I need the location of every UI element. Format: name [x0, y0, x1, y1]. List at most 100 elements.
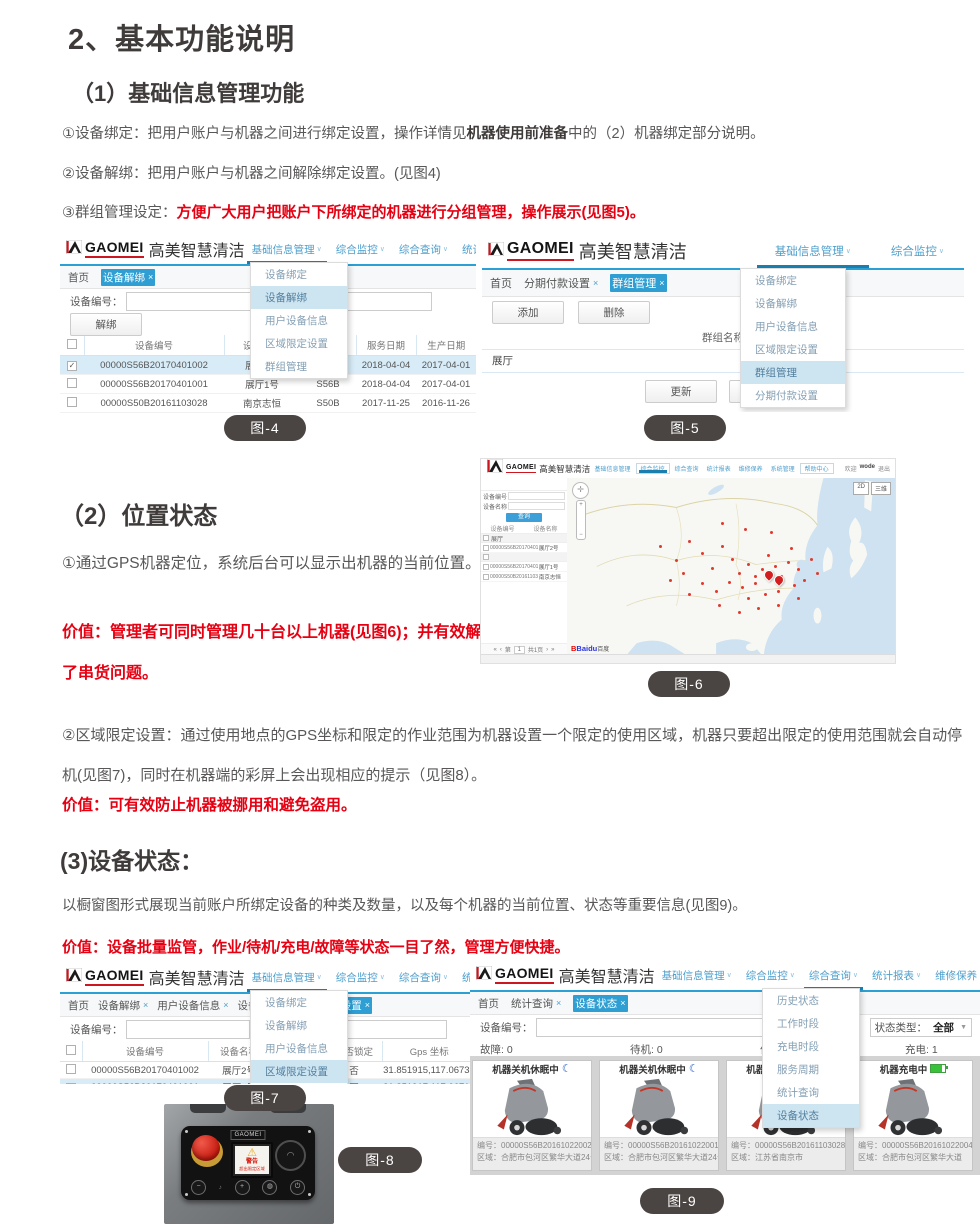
menu-item[interactable]: 统计报表∨ — [865, 960, 928, 990]
row-checkbox[interactable] — [483, 574, 489, 580]
emergency-stop-button[interactable] — [192, 1135, 220, 1161]
device-name-input[interactable] — [333, 1020, 447, 1039]
close-icon[interactable]: × — [659, 278, 664, 288]
minus-button[interactable]: − — [191, 1180, 206, 1195]
row-checkbox[interactable] — [67, 361, 77, 371]
select-all-checkbox[interactable] — [66, 1045, 76, 1055]
device-row[interactable]: 00000S56B20170401001展厅1号 — [481, 562, 567, 572]
menu-item[interactable]: 系统管理∨ — [767, 459, 799, 478]
tab[interactable]: 设备解绑× — [101, 269, 155, 286]
device-row[interactable]: 00000S56B20170401002展厅2号 — [481, 543, 567, 553]
menu-item[interactable]: 维修保养∨ — [735, 459, 767, 478]
table-row[interactable]: 00000S50B20161103028南京志恒S50B2017-11-2520… — [60, 394, 476, 413]
select-all-checkbox[interactable] — [67, 339, 77, 349]
group-row[interactable]: 展厅 — [482, 350, 964, 373]
row-checkbox[interactable] — [67, 378, 77, 388]
device-card[interactable]: 机器关机休眠中☾ 编号：00000S56B20161022002区域：合肥市包河… — [472, 1060, 592, 1171]
map-type-2d-button[interactable]: 2D — [853, 482, 869, 495]
menu-item[interactable]: 综合查询∨ — [802, 960, 865, 990]
row-checkbox[interactable] — [483, 545, 489, 551]
device-group-row[interactable] — [481, 553, 567, 562]
menu-item[interactable]: 综合查询∨ — [392, 962, 455, 992]
close-icon[interactable]: × — [556, 998, 561, 1008]
zoom-in-icon[interactable]: + — [579, 502, 583, 508]
dropdown-item[interactable]: 统计查询 — [763, 1081, 859, 1104]
menu-item[interactable]: 综合监控∨ — [329, 962, 392, 992]
dropdown-item[interactable]: 群组管理 — [741, 361, 845, 384]
menu-item[interactable]: 综合查询∨ — [392, 234, 455, 264]
menu-item[interactable]: 综合监控∨ — [739, 960, 802, 990]
menu-item[interactable]: 统计报表∨ — [455, 234, 476, 264]
dropdown-item[interactable]: 群组管理 — [251, 1083, 347, 1084]
dropdown-item[interactable]: 用户设备信息 — [251, 1037, 347, 1060]
menu-item[interactable]: 基础信息管理∨ — [755, 234, 871, 268]
map-type-3d-button[interactable]: 三维 — [871, 482, 891, 495]
dropdown-item[interactable]: 区域限定设置 — [741, 338, 845, 361]
dropdown-item[interactable]: 区域限定设置 — [251, 332, 347, 355]
tab[interactable]: 统计查询× — [511, 996, 561, 1011]
close-icon[interactable]: × — [148, 272, 153, 282]
unbind-button[interactable]: 解绑 — [70, 313, 142, 336]
map-canvas[interactable]: ✛ +− 2D 三维 BBaidu百度 — [567, 478, 895, 655]
row-checkbox[interactable] — [67, 397, 77, 407]
menu-item[interactable]: 基础信息管理∨ — [591, 459, 635, 478]
tab[interactable]: 分期付款设置× — [524, 275, 598, 291]
menu-item[interactable]: 维修保养∨ — [928, 960, 980, 990]
tab[interactable]: 首页 — [478, 996, 499, 1011]
logout-link[interactable]: 退出 — [878, 464, 890, 473]
device-card[interactable]: 机器关机休眠中☾ 编号：00000S56B20161022001区域：合肥市包河… — [599, 1060, 719, 1171]
dropdown-item[interactable]: 设备解绑 — [741, 292, 845, 315]
group-checkbox[interactable] — [483, 554, 489, 560]
device-group-row[interactable]: 展厅 — [481, 534, 567, 543]
dropdown-item[interactable]: 设备绑定 — [251, 263, 347, 286]
dropdown-item[interactable]: 充电时段 — [763, 1035, 859, 1058]
row-checkbox[interactable] — [66, 1083, 76, 1085]
menu-item[interactable]: 统计报表∨ — [703, 459, 735, 478]
menu-item[interactable]: 综合监控∨ — [636, 463, 670, 474]
tab[interactable]: 群组管理× — [610, 274, 666, 292]
map-pan-control[interactable]: ✛ — [572, 482, 589, 499]
delete-button[interactable]: 删除 — [578, 301, 650, 324]
tab[interactable]: 首页 — [68, 998, 89, 1013]
speed-knob[interactable]: ◠ — [275, 1140, 306, 1171]
tab[interactable]: 首页 — [490, 275, 512, 291]
prev-page-button[interactable]: ‹ — [500, 647, 502, 653]
group-checkbox[interactable] — [483, 535, 489, 541]
map-zoom-control[interactable]: +− — [576, 500, 586, 540]
first-page-button[interactable]: « — [493, 647, 496, 653]
menu-item[interactable]: 基础信息管理∨ — [655, 960, 739, 990]
update-button[interactable]: 更新 — [645, 380, 717, 403]
menu-item[interactable]: 基础信息管理∨ — [245, 234, 329, 264]
dropdown-item[interactable]: 设备绑定 — [251, 991, 347, 1014]
row-checkbox[interactable] — [483, 564, 489, 570]
menu-item[interactable]: 综合查询∨ — [671, 459, 703, 478]
dropdown-item[interactable]: 区域限定设置 — [251, 1060, 347, 1083]
menu-item[interactable]: 综合监控∨ — [329, 234, 392, 264]
dropdown-item[interactable]: 工作时段 — [763, 1012, 859, 1035]
page-number-input[interactable]: 1 — [514, 646, 525, 654]
tab[interactable]: 首页 — [68, 270, 89, 285]
dropdown-item[interactable]: 用户设备信息 — [741, 315, 845, 338]
last-page-button[interactable]: » — [551, 647, 554, 653]
menu-item[interactable]: 基础信息管理∨ — [245, 962, 329, 992]
status-type-select[interactable]: 状态类型： 全部 ▼ — [870, 1018, 972, 1037]
tab[interactable]: 设备状态× — [573, 995, 627, 1012]
dropdown-item[interactable]: 分期付款设置 — [741, 384, 845, 407]
dropdown-item[interactable]: 设备状态 — [763, 1104, 859, 1127]
tab[interactable]: 用户设备信息× — [157, 998, 228, 1013]
dropdown-item[interactable]: 历史状态 — [763, 989, 859, 1012]
close-icon[interactable]: × — [365, 1000, 370, 1010]
close-icon[interactable]: × — [620, 998, 625, 1008]
search-button[interactable]: 查询 — [506, 513, 542, 522]
dropdown-item[interactable]: 设备绑定 — [741, 269, 845, 292]
device-card[interactable]: 机器充电中 编号：00000S56B20161022004区域：合肥市包河区繁华… — [853, 1060, 973, 1171]
dropdown-item[interactable]: 设备解绑 — [251, 286, 347, 309]
power-button[interactable]: ⏻ — [290, 1180, 305, 1195]
zoom-out-icon[interactable]: − — [579, 532, 583, 538]
add-button[interactable]: 添加 — [492, 301, 564, 324]
table-row[interactable]: 00000S50B20161022004巢湖鱼桩S50B2017-10-2520… — [60, 413, 476, 415]
plus-button[interactable]: + — [235, 1180, 250, 1195]
dropdown-item[interactable]: 用户设备信息 — [251, 309, 347, 332]
close-icon[interactable]: × — [143, 1000, 148, 1010]
dropdown-item[interactable]: 群组管理 — [251, 355, 347, 378]
